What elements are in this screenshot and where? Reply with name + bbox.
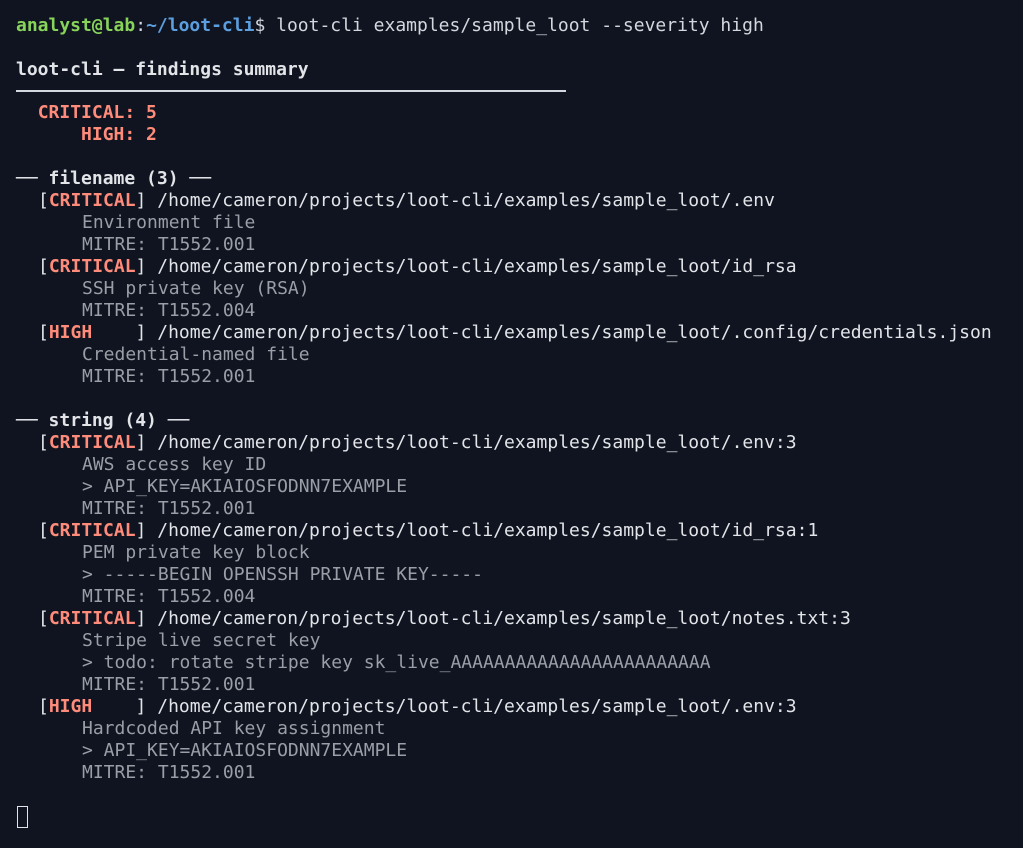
- finding-line: [CRITICAL] /home/cameron/projects/loot-c…: [16, 520, 1023, 542]
- cursor-line[interactable]: [16, 806, 1023, 828]
- bracket-open: [: [38, 256, 49, 277]
- finding-description: Hardcoded API key assignment: [82, 718, 386, 739]
- prompt-line: analyst@lab:~/loot-cli$ loot-cli example…: [16, 15, 1023, 37]
- summary-divider: [16, 90, 566, 92]
- finding-mitre: MITRE: T1552.001: [82, 674, 256, 695]
- finding-path: /home/cameron/projects/loot-cli/examples…: [146, 190, 775, 211]
- prompt-symbol: $: [254, 15, 266, 36]
- severity-tag: CRITICAL: [48, 190, 136, 211]
- severity-tag: CRITICAL: [48, 256, 136, 277]
- bracket-close: ]: [135, 322, 147, 343]
- finding-line: [CRITICAL] /home/cameron/projects/loot-c…: [16, 432, 1023, 454]
- finding-description: Stripe live secret key: [82, 630, 321, 651]
- severity-tag: HIGH: [48, 322, 136, 343]
- finding-path: /home/cameron/projects/loot-cli/examples…: [146, 256, 797, 277]
- finding-match: > -----BEGIN OPENSSH PRIVATE KEY-----: [82, 564, 483, 585]
- prompt-cwd: ~/loot-cli: [146, 15, 255, 36]
- findings-output: ── filename (3) ── [CRITICAL] /home/camer…: [16, 168, 1023, 784]
- finding-mitre: MITRE: T1552.004: [82, 300, 256, 321]
- finding-description: PEM private key block: [82, 542, 310, 563]
- prompt-user: analyst@lab: [16, 15, 136, 36]
- bracket-close: ]: [135, 608, 147, 629]
- finding-mitre: MITRE: T1552.001: [82, 366, 256, 387]
- count-pad: [16, 124, 81, 145]
- bracket-open: [: [38, 190, 49, 211]
- finding-line: [HIGH ] /home/cameron/projects/loot-cli/…: [16, 322, 1023, 344]
- finding-mitre: MITRE: T1552.001: [82, 498, 256, 519]
- finding-mitre: MITRE: T1552.001: [82, 762, 256, 783]
- terminal[interactable]: analyst@lab:~/loot-cli$ loot-cli example…: [0, 0, 1023, 828]
- prompt-separator: :: [135, 15, 147, 36]
- bracket-close: ]: [135, 696, 147, 717]
- bracket-close: ]: [135, 256, 147, 277]
- severity-tag: CRITICAL: [48, 608, 136, 629]
- severity-tag: CRITICAL: [48, 520, 136, 541]
- summary-title: loot-cli — findings summary: [16, 59, 309, 80]
- section-header: ── string (4) ──: [16, 410, 190, 431]
- finding-path: /home/cameron/projects/loot-cli/examples…: [146, 608, 851, 629]
- bracket-open: [: [38, 520, 49, 541]
- finding-description: Environment file: [82, 212, 256, 233]
- finding-description: AWS access key ID: [82, 454, 267, 475]
- finding-description: SSH private key (RSA): [82, 278, 310, 299]
- severity-count: CRITICAL: 5: [37, 102, 157, 123]
- finding-path: /home/cameron/projects/loot-cli/examples…: [146, 520, 819, 541]
- severity-tag: HIGH: [48, 696, 136, 717]
- finding-match: > API_KEY=AKIAIOSFODNN7EXAMPLE: [82, 740, 408, 761]
- severity-tag: CRITICAL: [48, 432, 136, 453]
- severity-count-line: CRITICAL: 5: [16, 102, 1023, 124]
- finding-line: [CRITICAL] /home/cameron/projects/loot-c…: [16, 608, 1023, 630]
- bracket-open: [: [38, 696, 49, 717]
- severity-counts: CRITICAL: 5 HIGH: 2: [16, 102, 1023, 146]
- finding-path: /home/cameron/projects/loot-cli/examples…: [146, 322, 992, 343]
- prompt-command: loot-cli examples/sample_loot --severity…: [265, 15, 764, 36]
- bracket-close: ]: [135, 190, 147, 211]
- finding-line: [CRITICAL] /home/cameron/projects/loot-c…: [16, 190, 1023, 212]
- finding-path: /home/cameron/projects/loot-cli/examples…: [146, 696, 797, 717]
- finding-mitre: MITRE: T1552.004: [82, 586, 256, 607]
- bracket-open: [: [38, 432, 49, 453]
- severity-count: HIGH: 2: [81, 124, 157, 145]
- finding-match: > todo: rotate stripe key sk_live_AAAAAA…: [82, 652, 711, 673]
- bracket-open: [: [38, 608, 49, 629]
- finding-mitre: MITRE: T1552.001: [82, 234, 256, 255]
- finding-line: [HIGH ] /home/cameron/projects/loot-cli/…: [16, 696, 1023, 718]
- count-pad: [16, 102, 38, 123]
- severity-count-line: HIGH: 2: [16, 124, 1023, 146]
- finding-match: > API_KEY=AKIAIOSFODNN7EXAMPLE: [82, 476, 408, 497]
- section-header: ── filename (3) ──: [16, 168, 212, 189]
- bracket-close: ]: [135, 520, 147, 541]
- terminal-cursor: [17, 806, 28, 828]
- bracket-open: [: [38, 322, 49, 343]
- finding-line: [CRITICAL] /home/cameron/projects/loot-c…: [16, 256, 1023, 278]
- bracket-close: ]: [135, 432, 147, 453]
- finding-path: /home/cameron/projects/loot-cli/examples…: [146, 432, 797, 453]
- finding-description: Credential-named file: [82, 344, 310, 365]
